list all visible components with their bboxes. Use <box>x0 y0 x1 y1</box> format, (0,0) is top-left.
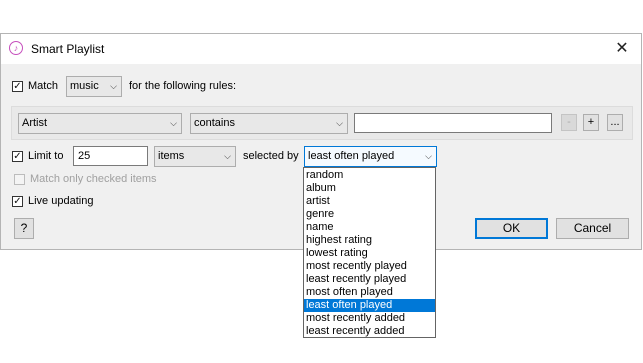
chevron-down-icon: ⌵ <box>224 151 231 161</box>
limit-unit-value: items <box>158 150 185 162</box>
cancel-button[interactable]: Cancel <box>556 218 629 239</box>
remove-rule-button[interactable]: - <box>561 114 577 131</box>
rule-field-select[interactable]: Artist ⌵ <box>18 113 182 134</box>
dropdown-option[interactable]: genre <box>304 208 435 221</box>
match-label: Match <box>28 80 58 92</box>
dropdown-option[interactable]: most recently played <box>304 260 435 273</box>
dropdown-option[interactable]: lowest rating <box>304 247 435 260</box>
add-rule-button[interactable]: + <box>583 114 599 131</box>
dropdown-option[interactable]: name <box>304 221 435 234</box>
rule-value-input[interactable] <box>354 113 552 133</box>
checkmark-icon: ✓ <box>13 81 22 92</box>
dropdown-option[interactable]: most often played <box>304 286 435 299</box>
dropdown-option[interactable]: highest rating <box>304 234 435 247</box>
match-checkbox[interactable]: ✓ <box>12 81 23 92</box>
selected-by-select[interactable]: least often played ⌵ <box>304 146 437 167</box>
chevron-down-icon: ⌵ <box>110 81 117 91</box>
selected-by-label: selected by <box>243 150 299 162</box>
title-bar: ♪ Smart Playlist ✕ <box>1 34 641 64</box>
rule-operator-value: contains <box>194 117 235 129</box>
chevron-down-icon: ⌵ <box>170 118 177 128</box>
match-only-checked-checkbox[interactable] <box>14 174 25 185</box>
selected-by-dropdown-list: random album artist genre name highest rating… <box>303 167 436 338</box>
dropdown-option[interactable]: most recently added <box>304 312 435 325</box>
live-updating-checkbox[interactable]: ✓ <box>12 196 23 207</box>
limit-unit-select[interactable]: items ⌵ <box>154 146 236 167</box>
chevron-down-icon: ⌵ <box>425 151 432 161</box>
dropdown-option[interactable]: least recently added <box>304 325 435 338</box>
match-only-checked-label: Match only checked items <box>30 173 157 185</box>
limit-label: Limit to <box>28 150 64 162</box>
rule-operator-select[interactable]: contains ⌵ <box>190 113 348 134</box>
dropdown-option[interactable]: artist <box>304 195 435 208</box>
match-suffix-label: for the following rules: <box>129 80 236 92</box>
chevron-down-icon: ⌵ <box>336 118 343 128</box>
ok-button[interactable]: OK <box>475 218 548 239</box>
dropdown-option[interactable]: least often played <box>304 299 435 312</box>
dropdown-option[interactable]: least recently played <box>304 273 435 286</box>
dropdown-option[interactable]: album <box>304 182 435 195</box>
music-note-icon: ♪ <box>9 41 23 55</box>
close-button[interactable]: ✕ <box>607 36 637 62</box>
help-button[interactable]: ? <box>14 218 34 239</box>
media-kind-select[interactable]: music ⌵ <box>66 76 122 97</box>
selected-by-value: least often played <box>308 150 395 162</box>
checkmark-icon: ✓ <box>13 196 22 207</box>
limit-checkbox[interactable]: ✓ <box>12 151 23 162</box>
nested-rule-button[interactable]: ... <box>607 114 623 131</box>
window-title: Smart Playlist <box>31 42 105 56</box>
media-kind-value: music <box>70 80 99 92</box>
rule-field-value: Artist <box>22 117 48 129</box>
checkmark-icon: ✓ <box>13 151 22 162</box>
dropdown-option[interactable]: random <box>304 169 435 182</box>
live-updating-label: Live updating <box>28 195 94 207</box>
limit-amount-input[interactable]: 25 <box>73 146 148 166</box>
